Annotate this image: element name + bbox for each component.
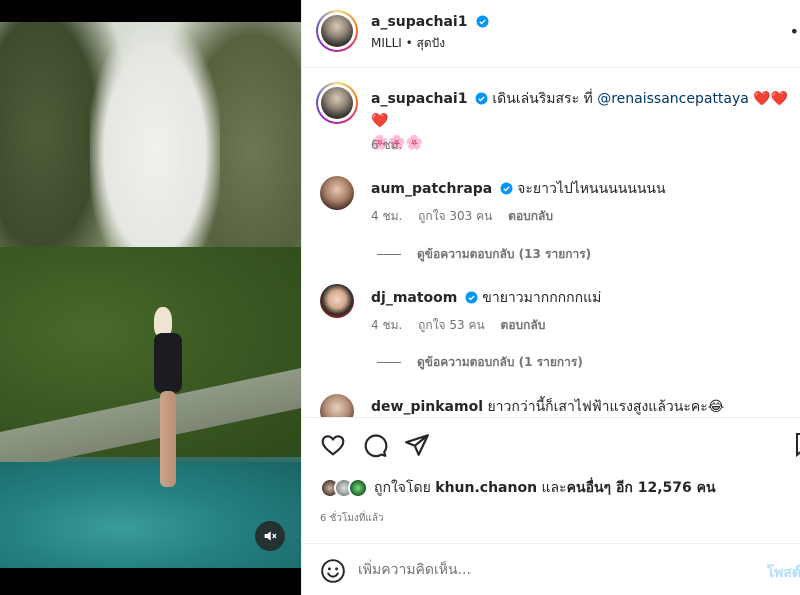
avatar[interactable]: [320, 394, 354, 417]
comment-item: dew_pinkamol ยาวกว่านี้ก็เสาไฟฟ้าแรงสูงแ…: [302, 390, 800, 417]
view-replies-label: ดูข้อความตอบกลับ (1 รายการ): [417, 355, 583, 369]
comment-bubble-icon[interactable]: [362, 432, 388, 458]
heart-outline-icon[interactable]: [320, 432, 346, 458]
likes-count[interactable]: คนอื่นๆ อีก 12,576 คน: [567, 480, 716, 496]
comment-username[interactable]: aum_patchrapa: [371, 181, 492, 197]
verified-badge-icon: [476, 15, 489, 28]
caption-avatar[interactable]: [316, 82, 358, 124]
divider: [377, 254, 401, 255]
comment-composer: โพสต์: [302, 543, 800, 595]
paper-plane-icon[interactable]: [404, 432, 430, 458]
mute-button[interactable]: [255, 521, 285, 551]
likes-text: ถูกใจโดย khun.chanon และคนอื่นๆ อีก 12,5…: [374, 477, 716, 499]
view-replies-label: ดูข้อความตอบกลับ (13 รายการ): [417, 247, 592, 261]
caption-body: เดินเล่นริมสระ ที่: [492, 91, 598, 107]
view-replies-button[interactable]: ดูข้อความตอบกลับ (13 รายการ): [377, 245, 591, 264]
comment-input[interactable]: [358, 556, 758, 584]
likes-summary[interactable]: ถูกใจโดย khun.chanon และคนอื่นๆ อีก 12,5…: [320, 477, 716, 499]
caption-time[interactable]: 6 ชม.: [371, 136, 402, 155]
audio-label[interactable]: MILLI • สุดปัง: [371, 34, 445, 53]
bookmark-icon[interactable]: [794, 432, 800, 458]
comment-time[interactable]: 4 ชม.: [371, 209, 402, 223]
post-media-panel[interactable]: [0, 0, 301, 595]
emoji-smile-icon[interactable]: [320, 558, 346, 584]
view-replies-button[interactable]: ดูข้อความตอบกลับ (1 รายการ): [377, 353, 583, 372]
liker-username[interactable]: khun.chanon: [435, 480, 537, 496]
caption-username[interactable]: a_supachai1: [371, 91, 467, 107]
reply-button[interactable]: ตอบกลับ: [501, 318, 546, 332]
avatar: [348, 478, 368, 498]
comment-likes[interactable]: ถูกใจ 303 คน: [418, 209, 492, 223]
post-comment-button[interactable]: โพสต์: [767, 562, 800, 584]
instagram-post-view: a_supachai1 MILLI • สุดปัง • a_supachai1…: [0, 0, 800, 595]
comment-likes[interactable]: ถูกใจ 53 คน: [418, 318, 485, 332]
comment-text: จะยาวไปไหนนนนนนนน: [517, 181, 666, 197]
post-timestamp[interactable]: 6 ชั่วโมงที่แล้ว: [320, 511, 384, 526]
likes-prefix: ถูกใจโดย: [374, 480, 436, 496]
author-username[interactable]: a_supachai1: [371, 14, 467, 30]
avatar[interactable]: [320, 284, 354, 318]
video-subject: [148, 307, 188, 487]
post-header: a_supachai1 MILLI • สุดปัง •: [302, 0, 800, 68]
post-video[interactable]: [0, 22, 301, 568]
likes-middle: และ: [537, 480, 567, 496]
more-options-icon[interactable]: •: [790, 22, 799, 41]
mention-link[interactable]: @renaissancepattaya: [597, 91, 749, 107]
divider: [377, 362, 401, 363]
verified-badge-icon: [500, 182, 513, 195]
comment-text: ยาวกว่านี้ก็เสาไฟฟ้าแรงสูงแล้วนะคะ😂: [487, 399, 725, 415]
verified-badge-icon: [475, 92, 488, 105]
post-details-panel: a_supachai1 MILLI • สุดปัง • a_supachai1…: [301, 0, 800, 595]
action-bar: [302, 417, 800, 469]
avatar[interactable]: [320, 176, 354, 210]
comment-time[interactable]: 4 ชม.: [371, 318, 402, 332]
comment-username[interactable]: dj_matoom: [371, 290, 457, 306]
verified-badge-icon: [465, 291, 478, 304]
caption-text: a_supachai1 เดินเล่นริมสระ ที่ @renaissa…: [371, 88, 791, 154]
avatar[interactable]: [316, 10, 358, 52]
comment-text: ขายาวมากกกกกแม่: [482, 290, 602, 306]
reply-button[interactable]: ตอบกลับ: [508, 209, 553, 223]
comment-username[interactable]: dew_pinkamol: [371, 399, 483, 415]
speaker-muted-icon: [264, 531, 277, 541]
